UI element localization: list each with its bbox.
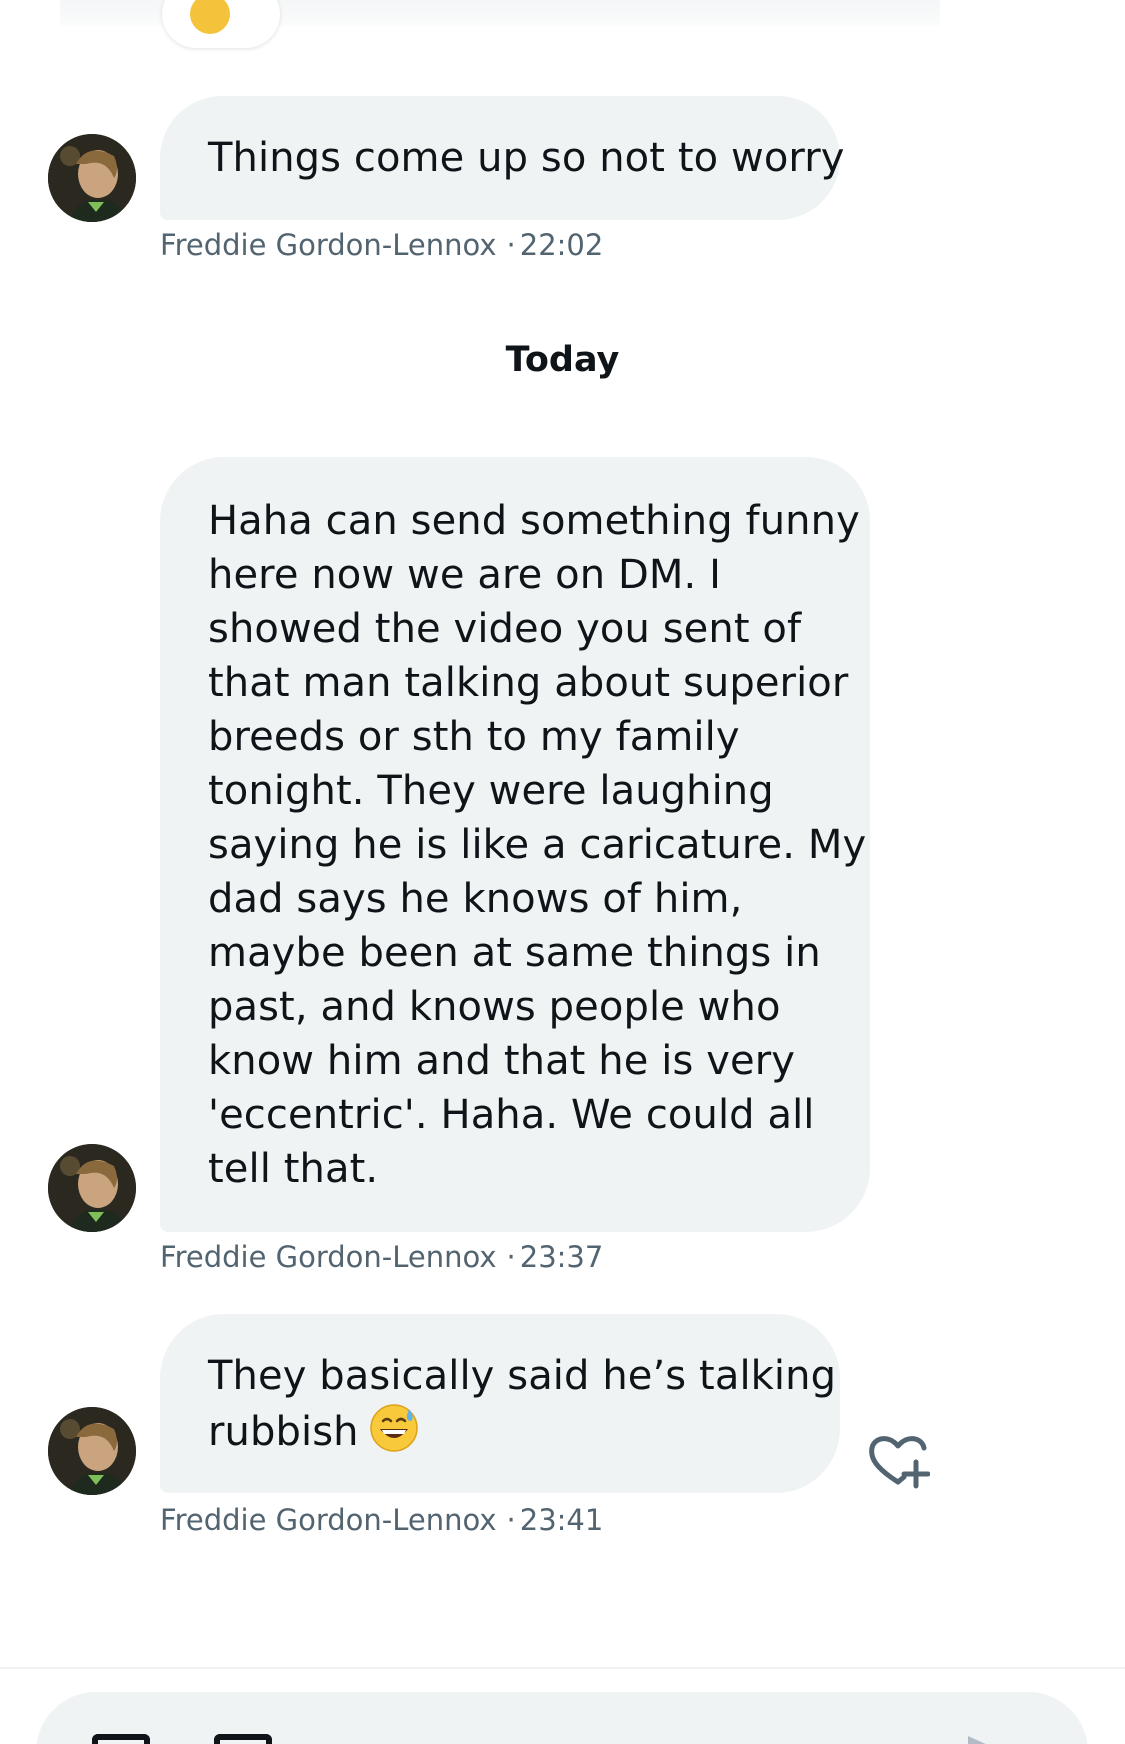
- message-text-line: showed the video you sent of: [208, 606, 802, 652]
- sender-name[interactable]: Freddie Gordon-Lennox: [160, 228, 497, 262]
- message-text-line-text: rubbish: [208, 1409, 359, 1455]
- message-composer[interactable]: [36, 1692, 1088, 1744]
- meta-separator: ·: [506, 1503, 516, 1537]
- add-reaction-heart-icon[interactable]: [866, 1430, 930, 1490]
- message-text-line: maybe been at same things in: [208, 930, 821, 976]
- message-meta: Freddie Gordon-Lennox · 22:02: [160, 228, 603, 262]
- profile-photo-icon: [48, 1407, 136, 1495]
- gif-icon[interactable]: [214, 1734, 272, 1744]
- message-text-line: know him and that he is very: [208, 1038, 796, 1084]
- avatar[interactable]: [48, 1407, 136, 1495]
- sender-name[interactable]: Freddie Gordon-Lennox: [160, 1240, 497, 1274]
- message-text-line: here now we are on DM. I: [208, 552, 722, 598]
- message-text-line: tonight. They were laughing: [208, 768, 774, 814]
- message-text-line: Haha can send something funny: [208, 498, 860, 544]
- message-time: 23:41: [519, 1503, 604, 1537]
- message-text-line: past, and knows people who: [208, 984, 781, 1030]
- reaction-chip[interactable]: [162, 0, 280, 48]
- sender-name[interactable]: Freddie Gordon-Lennox: [160, 1503, 497, 1537]
- message-text-line: saying he is like a caricature. My: [208, 822, 867, 868]
- message-text-line: 'eccentric'. Haha. We could all: [208, 1092, 815, 1138]
- day-separator: Today: [505, 340, 620, 380]
- meta-separator: ·: [506, 1240, 516, 1274]
- message-meta: Freddie Gordon-Lennox · 23:37: [160, 1240, 603, 1274]
- profile-photo-icon: [48, 134, 136, 222]
- grinning-face-with-sweat-icon: [369, 1404, 418, 1452]
- image-icon[interactable]: [92, 1734, 150, 1744]
- message-meta: Freddie Gordon-Lennox · 23:41: [160, 1503, 603, 1537]
- composer-divider: [0, 1667, 1125, 1669]
- message-bubble[interactable]: Haha can send something funny here now w…: [160, 457, 870, 1232]
- dm-conversation: Things come up so not to worry Freddie G…: [0, 0, 1125, 1744]
- message-text-line: They basically said he’s talking: [208, 1353, 837, 1399]
- emoji-reaction-icon: [190, 0, 230, 34]
- message-text-line: tell that.: [208, 1146, 379, 1192]
- message-time: 22:02: [519, 228, 604, 262]
- message-text-line: breeds or sth to my family: [208, 714, 740, 760]
- message-bubble[interactable]: They basically said he’s talking rubbish: [160, 1314, 840, 1493]
- message-text: Things come up so not to worry: [208, 135, 845, 181]
- send-icon[interactable]: [968, 1736, 990, 1744]
- message-text-line: rubbish: [208, 1403, 792, 1459]
- avatar[interactable]: [48, 134, 136, 222]
- profile-photo-icon: [48, 1144, 136, 1232]
- message-text-line: that man talking about superior: [208, 660, 849, 706]
- message-bubble[interactable]: Things come up so not to worry: [160, 96, 845, 220]
- avatar[interactable]: [48, 1144, 136, 1232]
- message-time: 23:37: [519, 1240, 604, 1274]
- message-text-line: dad says he knows of him,: [208, 876, 743, 922]
- meta-separator: ·: [506, 228, 516, 262]
